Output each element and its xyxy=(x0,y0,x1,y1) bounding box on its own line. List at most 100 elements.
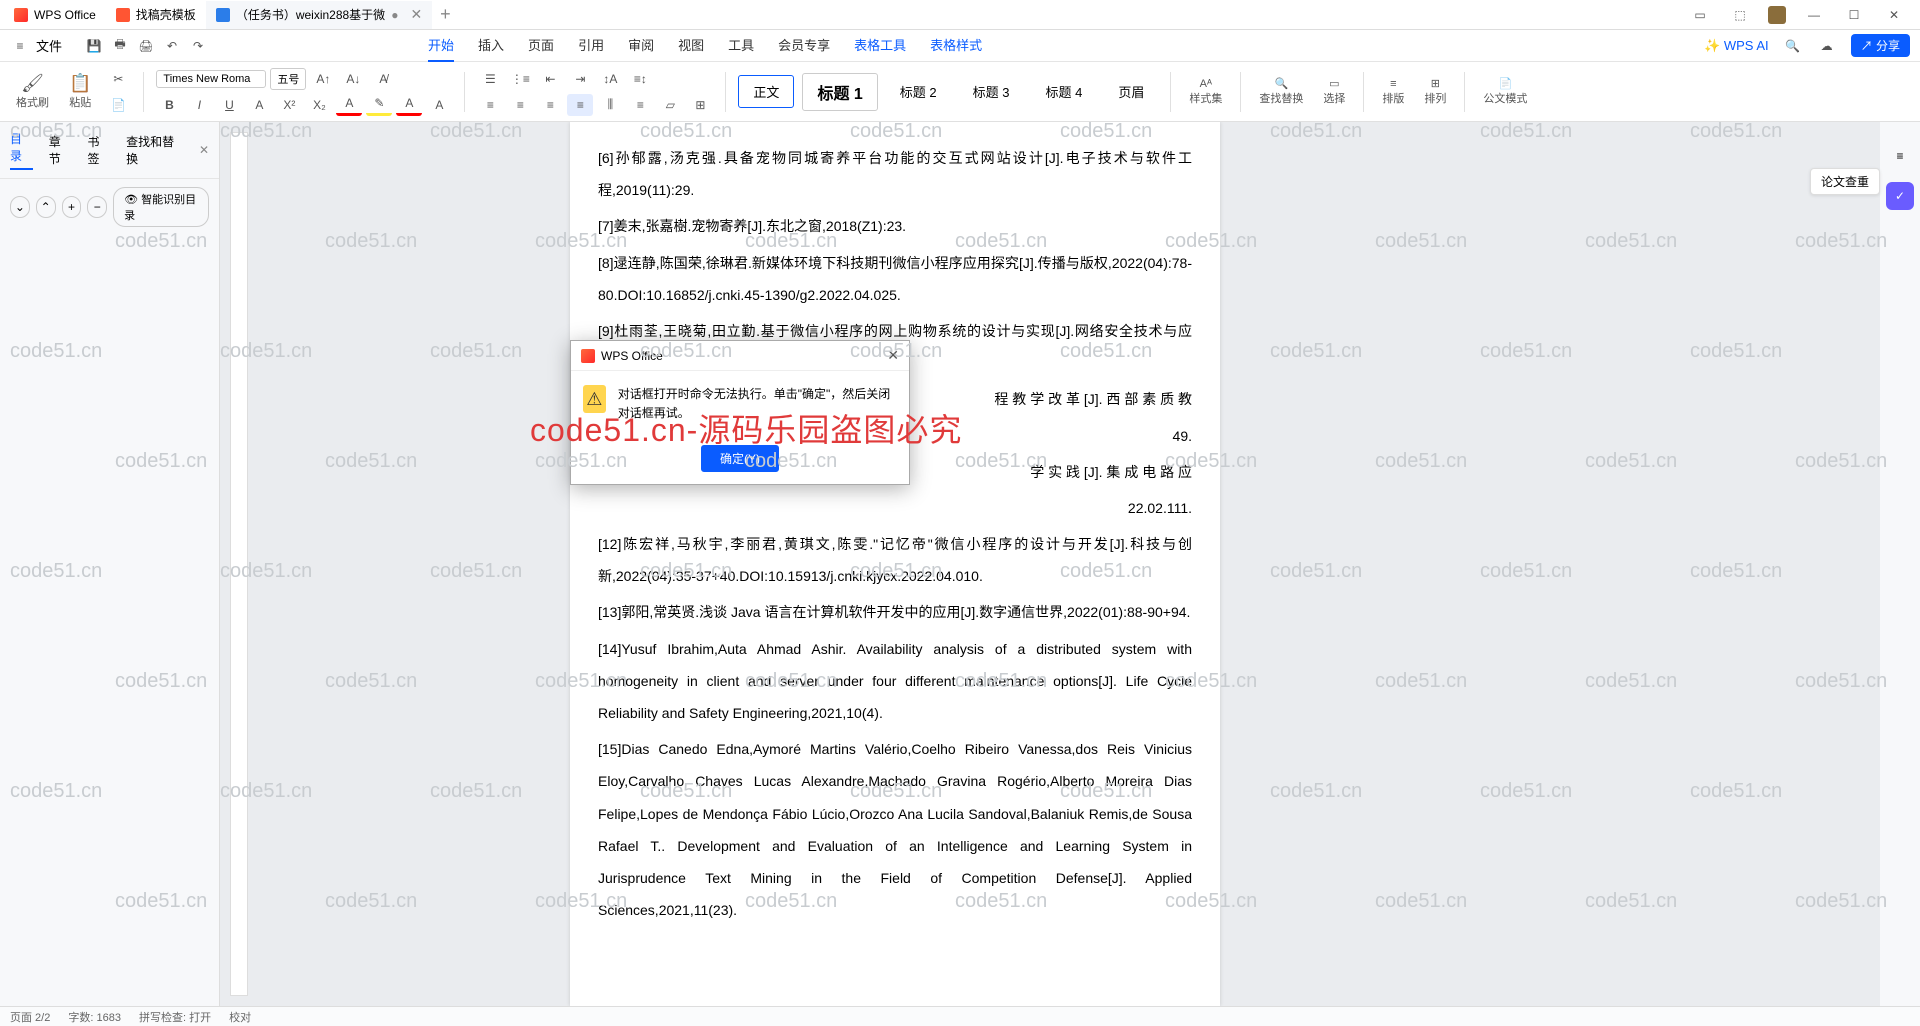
document-page[interactable]: [6]孙郁露,汤克强.具备宠物同城寄养平台功能的交互式网站设计[J].电子技术与… xyxy=(570,122,1220,1006)
sidenav-tab-find[interactable]: 查找和替换 xyxy=(126,133,183,167)
line-spacing-icon[interactable]: ≡↕ xyxy=(627,68,653,90)
official-group[interactable]: 📄 公文模式 xyxy=(1477,77,1533,106)
style-body[interactable]: 正文 xyxy=(738,75,794,108)
numbering-icon[interactable]: ⋮≡ xyxy=(507,68,533,90)
dialog-ok-button[interactable]: 确定(Y) xyxy=(701,445,779,472)
highlight-icon[interactable]: ✎ xyxy=(366,94,392,116)
add-icon[interactable]: + xyxy=(62,196,82,218)
new-tab-button[interactable]: + xyxy=(432,0,459,29)
tab-insert[interactable]: 插入 xyxy=(478,29,504,62)
save-icon[interactable]: 💾 xyxy=(84,36,104,56)
format-brush-icon: 🖌 xyxy=(21,73,44,94)
style-h3[interactable]: 标题 3 xyxy=(959,76,1024,107)
redo-icon[interactable]: ↷ xyxy=(188,36,208,56)
sidenav-tab-toc[interactable]: 目录 xyxy=(10,130,33,170)
font-color-icon[interactable]: A xyxy=(336,94,362,116)
distribute-icon[interactable]: ⫼ xyxy=(597,94,623,116)
increase-font-icon[interactable]: A↑ xyxy=(310,68,336,90)
search-icon[interactable]: 🔍 xyxy=(1783,36,1803,56)
borders-icon[interactable]: ⊞ xyxy=(687,94,713,116)
tab-tools[interactable]: 工具 xyxy=(728,29,754,62)
file-menu[interactable]: 文件 xyxy=(36,36,62,55)
clear-format-icon[interactable]: A̸ xyxy=(370,68,396,90)
tab-document[interactable]: （任务书）weixin288基于微 ● ✕ xyxy=(206,1,432,29)
tab-view[interactable]: 视图 xyxy=(678,29,704,62)
vertical-ruler[interactable] xyxy=(230,132,248,996)
font-size-select[interactable]: 五号 xyxy=(270,68,306,90)
outdent-icon[interactable]: ⇤ xyxy=(537,68,563,90)
smart-toc-button[interactable]: 👁 智能识别目录 xyxy=(113,187,209,227)
font-effects-icon[interactable]: A xyxy=(426,94,452,116)
tab-close-icon[interactable]: ✕ xyxy=(410,6,422,23)
expand-icon[interactable]: ⌃ xyxy=(36,196,56,218)
align-justify-icon[interactable]: ≡ xyxy=(567,94,593,116)
status-words[interactable]: 字数: 1683 xyxy=(68,1009,121,1025)
rail-paper-check-icon[interactable]: ✓ xyxy=(1886,182,1914,210)
dialog-close-icon[interactable]: ✕ xyxy=(887,347,899,364)
align-left-icon[interactable]: ≡ xyxy=(477,94,503,116)
hamburger-icon[interactable]: ≡ xyxy=(10,36,30,56)
font-bg-icon[interactable]: A xyxy=(396,94,422,116)
align-right-icon[interactable]: ≡ xyxy=(537,94,563,116)
find-replace-group[interactable]: 🔍 查找替换 xyxy=(1253,77,1309,106)
avatar-icon[interactable] xyxy=(1768,6,1786,24)
titlebar: WPS Office 找稿壳模板 （任务书）weixin288基于微 ● ✕ +… xyxy=(0,0,1920,30)
tab-wps-home[interactable]: WPS Office xyxy=(4,1,106,29)
bullets-icon[interactable]: ☰ xyxy=(477,68,503,90)
tab-templates[interactable]: 找稿壳模板 xyxy=(106,1,206,29)
tab-page[interactable]: 页面 xyxy=(528,29,554,62)
tab-table-tools[interactable]: 表格工具 xyxy=(854,29,906,62)
status-proof[interactable]: 校对 xyxy=(229,1009,251,1025)
style-header[interactable]: 页眉 xyxy=(1104,76,1158,107)
text-direction-icon[interactable]: ↕A xyxy=(597,68,623,90)
compact-icon[interactable]: ▭ xyxy=(1688,8,1712,22)
status-spell[interactable]: 拼写检查: 打开 xyxy=(139,1009,211,1025)
align-center-icon[interactable]: ≡ xyxy=(507,94,533,116)
maximize-button[interactable]: ☐ xyxy=(1842,8,1866,22)
style-h1[interactable]: 标题 1 xyxy=(802,73,877,111)
sort-group[interactable]: ≡ 排版 xyxy=(1376,78,1410,106)
remove-icon[interactable]: − xyxy=(87,196,107,218)
para-spacing-icon[interactable]: ≡ xyxy=(627,94,653,116)
tab-start[interactable]: 开始 xyxy=(428,29,454,62)
decrease-font-icon[interactable]: A↓ xyxy=(340,68,366,90)
style-h4[interactable]: 标题 4 xyxy=(1031,76,1096,107)
underline-icon[interactable]: U xyxy=(216,94,242,116)
wps-ai-button[interactable]: ✨ WPS AI xyxy=(1704,38,1769,54)
indent-icon[interactable]: ⇥ xyxy=(567,68,593,90)
arrange-group[interactable]: ⊞ 排列 xyxy=(1418,77,1452,106)
sidenav-close-icon[interactable]: ✕ xyxy=(199,143,209,157)
paper-check-label[interactable]: 论文查重 xyxy=(1810,168,1880,195)
print-icon[interactable]: 🖶 xyxy=(110,36,130,56)
shading-icon[interactable]: ▱ xyxy=(657,94,683,116)
tab-member[interactable]: 会员专享 xyxy=(778,29,830,62)
print-preview-icon[interactable]: 🖨 xyxy=(136,36,156,56)
cloud-icon[interactable]: ☁ xyxy=(1817,36,1837,56)
bold-icon[interactable]: B xyxy=(156,94,182,116)
close-button[interactable]: ✕ xyxy=(1882,8,1906,22)
strike-icon[interactable]: A xyxy=(246,94,272,116)
sidenav-tab-bookmark[interactable]: 书签 xyxy=(87,133,110,167)
superscript-icon[interactable]: X² xyxy=(276,94,302,116)
select-group[interactable]: ▭ 选择 xyxy=(1317,77,1351,106)
font-name-select[interactable]: Times New Roma xyxy=(156,70,266,88)
share-button[interactable]: ↗ 分享 xyxy=(1851,34,1910,57)
tab-table-style[interactable]: 表格样式 xyxy=(930,29,982,62)
style-h2[interactable]: 标题 2 xyxy=(886,76,951,107)
sidenav-tab-chapter[interactable]: 章节 xyxy=(49,133,72,167)
paste-group[interactable]: 📋 粘贴 xyxy=(63,73,97,110)
copy-icon[interactable]: 📄 xyxy=(105,94,131,116)
minimize-button[interactable]: — xyxy=(1802,8,1826,22)
apps-icon[interactable]: ⬚ xyxy=(1728,8,1752,22)
cut-icon[interactable]: ✂ xyxy=(105,68,131,90)
tab-reference[interactable]: 引用 xyxy=(578,29,604,62)
subscript-icon[interactable]: X₂ xyxy=(306,94,332,116)
status-page[interactable]: 页面 2/2 xyxy=(10,1009,50,1025)
tab-review[interactable]: 审阅 xyxy=(628,29,654,62)
format-brush-group[interactable]: 🖌 格式刷 xyxy=(10,73,55,110)
rail-collapse-icon[interactable]: ≡ xyxy=(1886,142,1914,170)
undo-icon[interactable]: ↶ xyxy=(162,36,182,56)
collapse-all-icon[interactable]: ⌄ xyxy=(10,196,30,218)
italic-icon[interactable]: I xyxy=(186,94,212,116)
style-set-group[interactable]: Aᴬ 样式集 xyxy=(1183,78,1228,106)
